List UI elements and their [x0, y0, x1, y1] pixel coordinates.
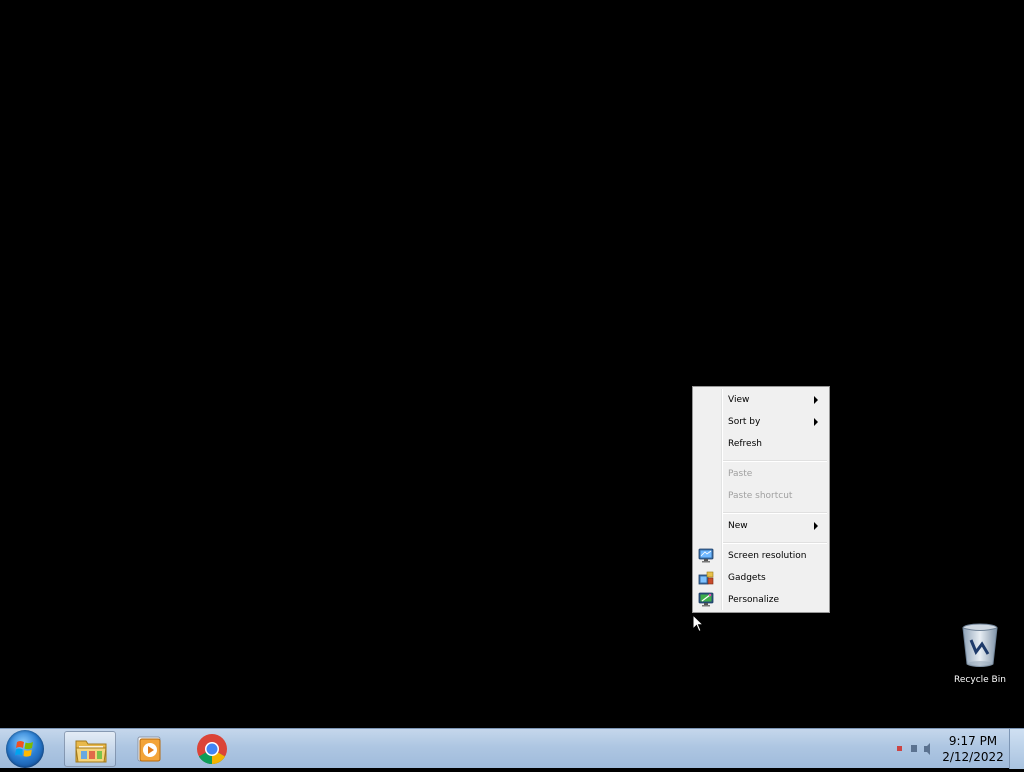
menu-item-label: View	[728, 395, 750, 405]
recycle-bin-shortcut[interactable]: Recycle Bin	[948, 622, 1012, 692]
menu-item-label: Gadgets	[728, 573, 766, 583]
menu-separator	[723, 460, 827, 462]
recycle-bin-label: Recycle Bin	[954, 675, 1006, 685]
menu-separator	[723, 512, 827, 514]
submenu-arrow-icon	[814, 396, 818, 404]
mouse-cursor-icon	[692, 614, 705, 633]
action-center-icon	[897, 746, 902, 751]
start-button[interactable]	[6, 730, 44, 768]
menu-item-label: Personalize	[728, 595, 780, 605]
menu-item-label: Paste	[728, 469, 753, 479]
menu-item-view[interactable]: View	[695, 389, 827, 411]
menu-item-refresh[interactable]: Refresh	[695, 433, 827, 455]
gadgets-icon	[698, 571, 714, 585]
submenu-arrow-icon	[814, 522, 818, 530]
submenu-arrow-icon	[814, 418, 818, 426]
network-icon	[911, 745, 917, 752]
media-player-icon	[137, 736, 161, 762]
menu-item-label: Paste shortcut	[728, 491, 793, 501]
clock-time: 9:17 PM	[948, 734, 998, 748]
notification-area[interactable]	[894, 741, 934, 755]
menu-item-paste[interactable]: Paste	[695, 463, 827, 485]
menu-item-paste-shortcut[interactable]: Paste shortcut	[695, 485, 827, 507]
folder-icon	[75, 740, 107, 763]
menu-item-label: Sort by	[728, 417, 761, 427]
menu-item-label: Screen resolution	[728, 551, 807, 561]
menu-item-personalize[interactable]: Personalize	[695, 589, 827, 611]
show-desktop-button[interactable]	[1009, 729, 1024, 769]
menu-item-label: Refresh	[728, 439, 762, 449]
taskbar-clock[interactable]: 9:17 PM 2/12/2022	[940, 733, 1006, 765]
menu-separator	[723, 542, 827, 544]
volume-icon	[924, 743, 930, 755]
windows-logo-icon	[15, 741, 33, 757]
menu-item-screen-resolution[interactable]: Screen resolution	[695, 545, 827, 567]
taskbar-chrome-button[interactable]	[186, 731, 238, 767]
menu-item-new[interactable]: New	[695, 515, 827, 537]
taskbar-explorer-button[interactable]	[64, 731, 116, 767]
menu-item-sort-by[interactable]: Sort by	[695, 411, 827, 433]
taskbar-media-player-button[interactable]	[124, 731, 176, 767]
screen-resolution-icon	[698, 548, 714, 563]
chrome-icon	[197, 734, 227, 765]
menu-item-gadgets[interactable]: Gadgets	[695, 567, 827, 589]
desktop-context-menu: View Sort by Refresh Paste Paste shortcu…	[692, 386, 830, 613]
clock-date: 2/12/2022	[942, 750, 1004, 764]
recycle-bin-icon	[962, 623, 998, 667]
menu-item-label: New	[728, 521, 748, 531]
taskbar: 9:17 PM 2/12/2022	[0, 728, 1024, 769]
personalize-icon	[698, 592, 714, 607]
tray-icons	[897, 743, 930, 755]
